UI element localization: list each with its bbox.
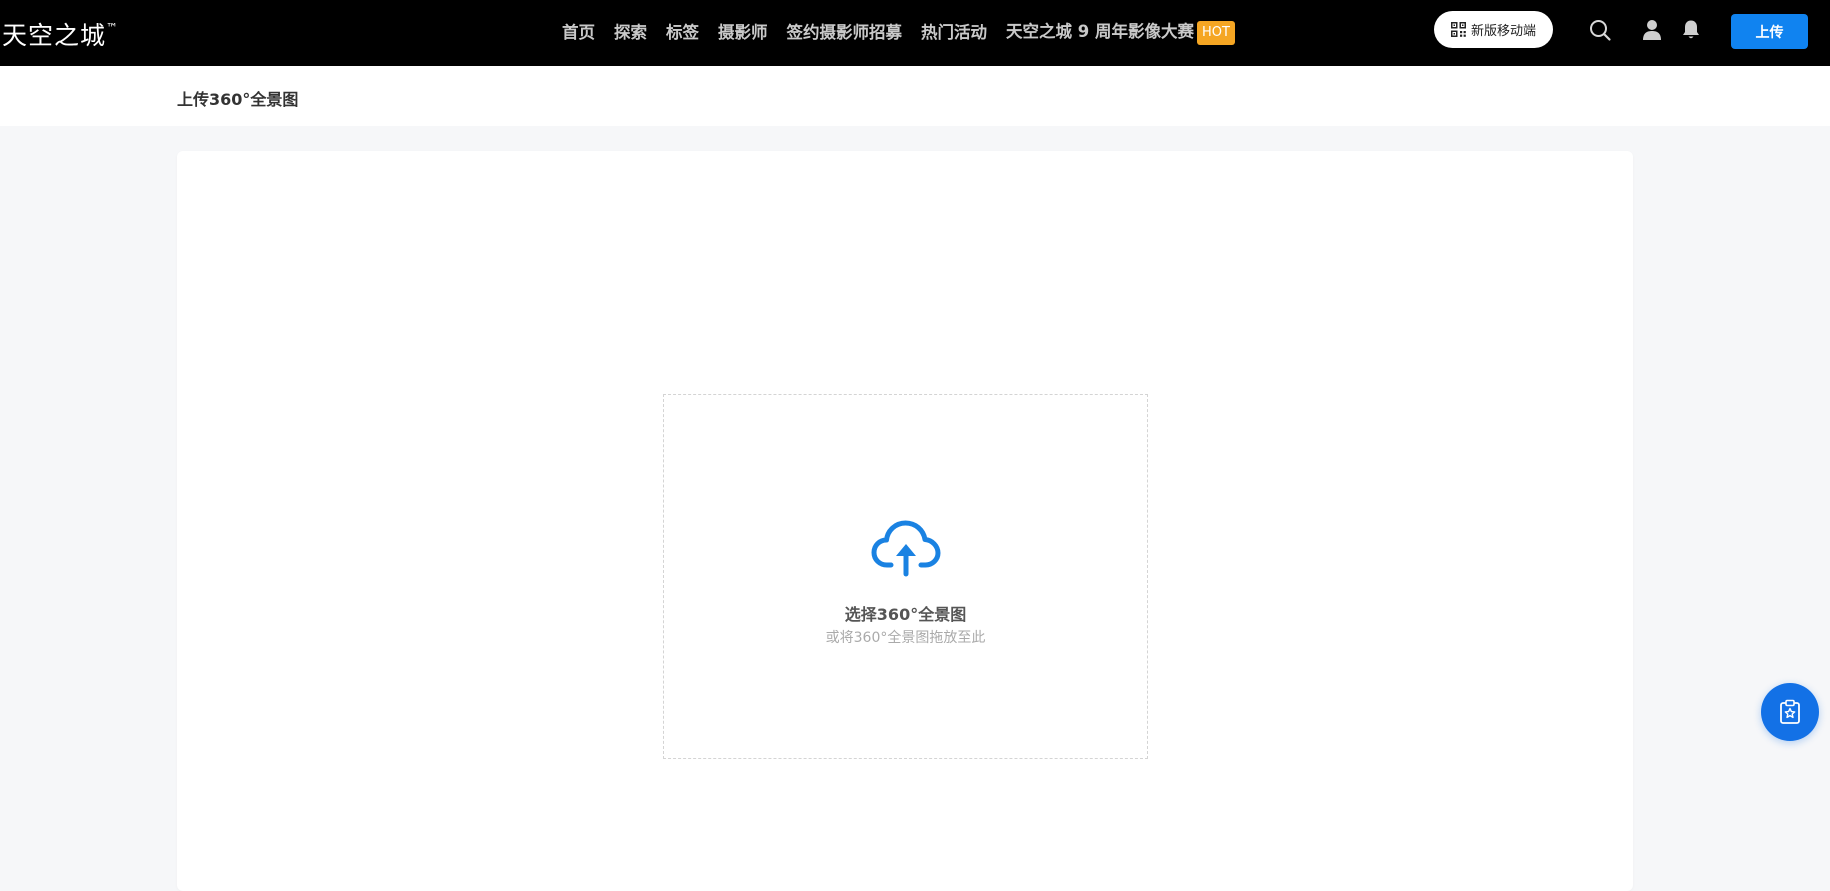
floating-feedback-button[interactable]: [1761, 683, 1819, 741]
clipboard-star-icon: [1778, 699, 1802, 725]
page-title: 上传360°全景图: [177, 90, 299, 109]
nav-item-contest-label: 天空之城 9 周年影像大赛: [1006, 22, 1194, 41]
upload-button[interactable]: 上传: [1731, 14, 1808, 49]
dropzone-hint: 或将360°全景图拖放至此: [825, 630, 986, 646]
nav-item-home[interactable]: 首页: [562, 22, 595, 44]
upload-card: 选择360°全景图 或将360°全景图拖放至此: [177, 151, 1633, 891]
panorama-dropzone[interactable]: 选择360°全景图 或将360°全景图拖放至此: [663, 394, 1148, 759]
nav-item-recruit[interactable]: 签约摄影师招募: [787, 22, 903, 44]
site-logo[interactable]: 天空之城™: [2, 12, 118, 52]
user-icon[interactable]: [1638, 16, 1666, 44]
nav-item-explore[interactable]: 探索: [614, 22, 647, 44]
main-nav: 首页 探索 标签 摄影师 签约摄影师招募 热门活动 天空之城 9 周年影像大赛 H…: [562, 0, 1235, 66]
mobile-version-label: 新版移动端: [1470, 24, 1536, 39]
nav-item-photographers[interactable]: 摄影师: [718, 22, 768, 44]
logo-text: 天空之城: [2, 21, 107, 50]
nav-item-events[interactable]: 热门活动: [921, 22, 987, 44]
top-navigation-bar: 天空之城™ 首页 探索 标签 摄影师 签约摄影师招募 热门活动 天空之城 9 周…: [0, 0, 1830, 66]
page-header: 上传360°全景图: [0, 66, 1830, 126]
logo-trademark: ™: [106, 21, 119, 35]
nav-item-contest[interactable]: 天空之城 9 周年影像大赛 HOT: [1006, 21, 1235, 45]
qrcode-icon: [1450, 22, 1466, 37]
hot-badge: HOT: [1196, 21, 1235, 45]
mobile-version-button[interactable]: 新版移动端: [1434, 11, 1553, 48]
search-icon[interactable]: [1586, 16, 1614, 44]
dropzone-title[interactable]: 选择360°全景图: [664, 601, 1147, 625]
cloud-upload-icon: [871, 519, 941, 577]
nav-item-tags[interactable]: 标签: [666, 22, 699, 44]
bell-icon[interactable]: [1677, 16, 1705, 44]
